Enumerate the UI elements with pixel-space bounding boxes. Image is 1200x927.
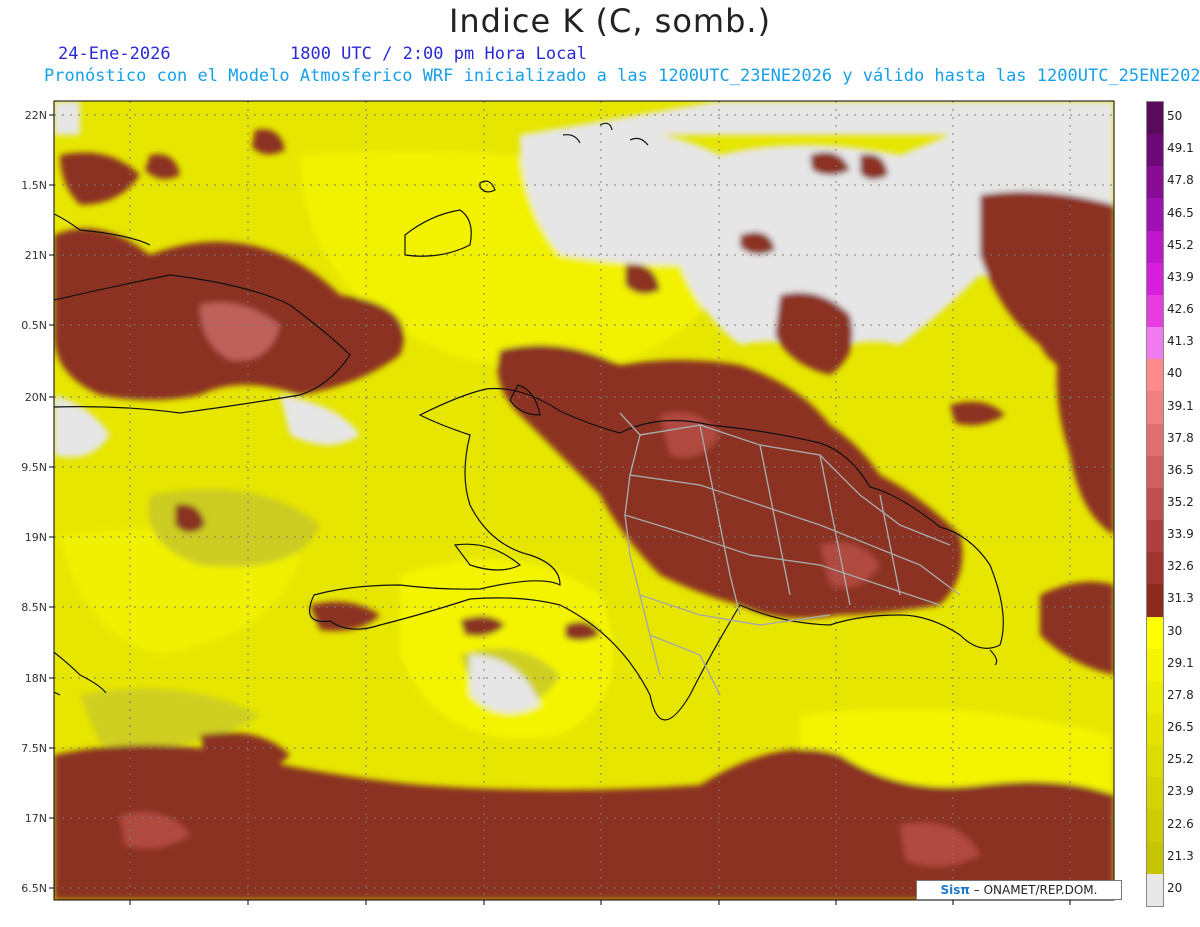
lat-label: 20N <box>25 391 47 404</box>
colorbar-label: 29.1 <box>1167 655 1194 670</box>
colorbar-label: 22.6 <box>1167 816 1194 831</box>
colorbar-swatch <box>1147 745 1163 778</box>
lat-label: 17N <box>25 812 47 825</box>
colorbar-label: 20 <box>1167 880 1183 895</box>
colorbar-label: 45.2 <box>1167 237 1194 252</box>
colorbar-swatch <box>1147 841 1163 874</box>
colorbar-label: 40 <box>1167 366 1183 381</box>
colorbar-label: 37.8 <box>1167 430 1194 445</box>
colorbar-swatch <box>1147 327 1163 360</box>
subtitle: Pronóstico con el Modelo Atmosferico WRF… <box>44 66 1200 86</box>
time-label: 1800 UTC / 2:00 pm Hora Local <box>290 44 587 64</box>
colorbar-swatch <box>1147 552 1163 585</box>
colorbar-swatch <box>1147 423 1163 456</box>
colorbar-swatch <box>1147 359 1163 392</box>
colorbar-label: 39.1 <box>1167 398 1194 413</box>
colorbar-label: 33.9 <box>1167 527 1194 542</box>
colorbar-label: 35.2 <box>1167 495 1194 509</box>
lon-ticks: 76W75W74W73W72W71W70W69W68W <box>129 900 1071 905</box>
colorbar-swatch <box>1147 134 1163 167</box>
colorbar-label: 49.1 <box>1167 141 1194 156</box>
credit-org: – ONAMET/REP.DOM. <box>973 883 1098 897</box>
colorbar-label: 26.5 <box>1167 720 1194 735</box>
colorbar-label: 43.9 <box>1167 269 1194 284</box>
date-label: 24-Ene-2026 <box>58 44 171 64</box>
colorbar-swatch <box>1147 616 1163 649</box>
credit-box: Sisπ – ONAMET/REP.DOM. <box>916 880 1122 900</box>
colorbar-label: 27.8 <box>1167 687 1194 702</box>
colorbar-swatch <box>1147 198 1163 231</box>
colorbar-swatch <box>1147 262 1163 295</box>
lat-label: 8.5N <box>21 601 47 614</box>
colorbar-swatch <box>1147 712 1163 746</box>
colorbar-swatch <box>1147 584 1163 617</box>
colorbar-label: 42.6 <box>1167 302 1194 317</box>
lat-label: 1.5N <box>21 179 47 192</box>
lat-label: 6.5N <box>21 882 47 895</box>
colorbar-swatch <box>1147 873 1163 906</box>
colorbar-swatch <box>1147 230 1163 263</box>
colorbar-swatch <box>1147 391 1163 424</box>
colorbar-swatch <box>1147 294 1163 328</box>
forecast-map[interactable]: 22N 1.5N 21N 0.5N 20N 9.5N 19N 8.5N 18N 7.5N 17N 6.… <box>0 95 1140 907</box>
credit-brand: Sisπ <box>940 883 970 897</box>
colorbar-label: 36.5 <box>1167 462 1194 477</box>
colorbar-label: 31.3 <box>1167 591 1194 606</box>
lat-label: 19N <box>25 531 47 544</box>
colorbar-label: 50 <box>1167 109 1183 124</box>
colorbar-label: 25.2 <box>1167 752 1194 767</box>
colorbar-label: 46.5 <box>1167 205 1194 220</box>
colorbar-label: 41.3 <box>1167 334 1194 349</box>
colorbar-swatch <box>1147 680 1163 713</box>
colorbar-label: 30 <box>1167 623 1183 638</box>
colorbar-swatch <box>1147 102 1163 135</box>
colorbar-swatch <box>1147 648 1163 681</box>
colorbar-label: 21.3 <box>1167 848 1194 863</box>
lat-label: 9.5N <box>21 461 47 474</box>
colorbar-label: 47.8 <box>1167 173 1194 188</box>
colorbar-swatch <box>1147 455 1163 488</box>
lat-label: 21N <box>25 249 47 262</box>
lat-ticks: 22N 1.5N 21N 0.5N 20N 9.5N 19N 8.5N 18N 7.5N 17N 6.… <box>21 109 54 895</box>
map-title: Indice K (C, somb.) <box>448 2 772 40</box>
lat-label: 22N <box>25 109 47 122</box>
lat-label: 18N <box>25 672 47 685</box>
lat-label: 7.5N <box>21 742 47 755</box>
colorbar-swatch <box>1147 777 1163 810</box>
lat-label: 0.5N <box>21 319 47 332</box>
colorbar-swatch <box>1147 809 1163 842</box>
colorbar <box>1146 101 1164 907</box>
colorbar-label: 32.6 <box>1167 559 1194 574</box>
colorbar-swatch <box>1147 520 1163 553</box>
colorbar-label: 23.9 <box>1167 784 1194 799</box>
colorbar-swatch <box>1147 487 1163 521</box>
colorbar-swatch <box>1147 166 1163 199</box>
